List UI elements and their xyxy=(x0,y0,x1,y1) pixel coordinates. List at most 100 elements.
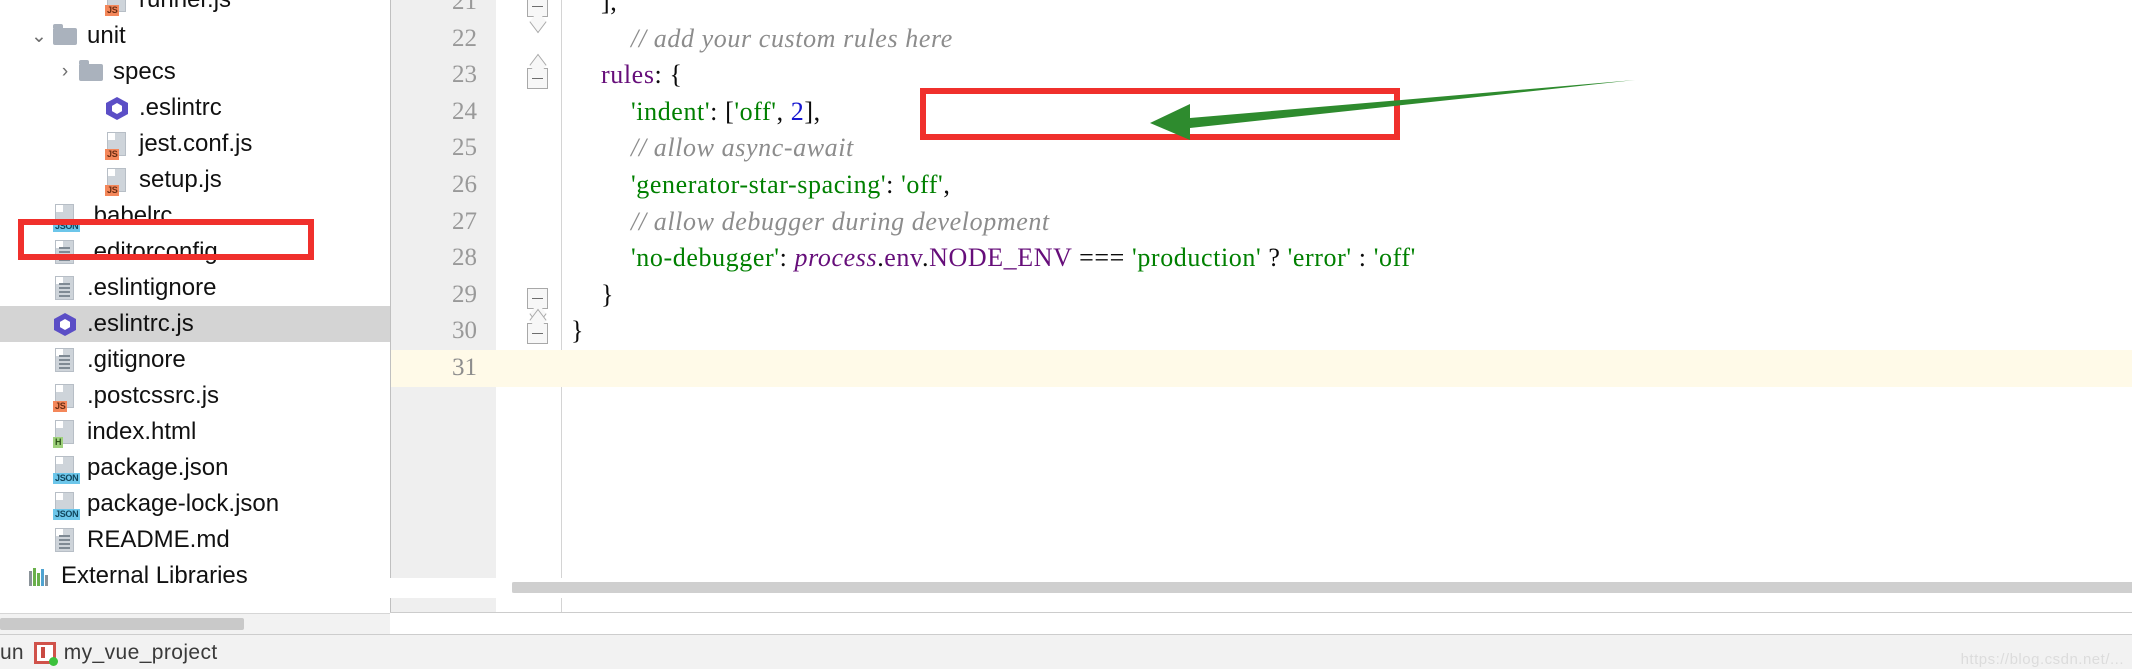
tree-item-eslintrc[interactable]: .eslintrc xyxy=(0,90,390,126)
run-tool-window-bar[interactable]: un my_vue_project https://blog.csdn.net/… xyxy=(0,634,2132,669)
code-line[interactable]: 21], xyxy=(391,0,2132,21)
tree-item-label: specs xyxy=(113,58,176,85)
tree-item-label: unit xyxy=(87,22,126,49)
line-number: 22 xyxy=(452,24,477,52)
code-token: , xyxy=(776,96,791,126)
tree-item-package-json[interactable]: JSON package.json xyxy=(0,450,390,486)
tree-item-label: .eslintrc xyxy=(139,94,222,121)
tree-item-label: .editorconfig xyxy=(87,238,218,265)
line-number: 25 xyxy=(452,134,477,162)
code-line[interactable]: 27 // allow debugger during development xyxy=(391,204,2132,241)
tree-item-external-libraries[interactable]: External Libraries xyxy=(0,558,390,594)
code-text: } xyxy=(601,277,614,314)
line-number: 24 xyxy=(452,97,477,125)
json-file-icon: JSON xyxy=(52,489,81,520)
tree-item-label: index.html xyxy=(87,418,197,445)
tree-item-gitignore[interactable]: .gitignore xyxy=(0,342,390,378)
code-token: : xyxy=(886,169,902,199)
code-lines[interactable]: 21], 22 // add your custom rules here 23 rul… xyxy=(391,0,2132,597)
code-token: 'production' xyxy=(1132,243,1262,273)
tree-item-label: .eslintignore xyxy=(87,274,217,301)
code-token: NODE_ENV xyxy=(929,243,1073,273)
code-text: // allow debugger during development xyxy=(631,204,1050,241)
code-token: 'off' xyxy=(901,169,944,199)
tree-item-readme-md[interactable]: README.md xyxy=(0,522,390,558)
eslint-icon xyxy=(104,93,130,123)
editor-horizontal-scrollbar[interactable] xyxy=(390,578,2132,598)
project-horizontal-scrollbar[interactable] xyxy=(0,613,390,634)
text-file-icon xyxy=(52,345,78,375)
line-number: 21 xyxy=(452,0,477,15)
code-line[interactable]: 25 // allow async-await xyxy=(391,130,2132,167)
tree-item-jest-conf-js[interactable]: JS jest.conf.js xyxy=(0,126,390,162)
code-line[interactable]: 24 'indent': ['off', 2], xyxy=(391,94,2132,131)
code-line[interactable]: 30} xyxy=(391,313,2132,350)
tree-item-runner-js[interactable]: JS runner.js xyxy=(0,0,390,18)
line-number: 29 xyxy=(452,280,477,308)
code-text: // add your custom rules here xyxy=(631,21,953,58)
tree-item-babelrc[interactable]: JSON .babelrc xyxy=(0,198,390,234)
code-token: // allow async-await xyxy=(631,133,854,163)
tree-item-eslintignore[interactable]: .eslintignore xyxy=(0,270,390,306)
code-text: // allow async-await xyxy=(631,130,854,167)
chevron-right-icon[interactable]: › xyxy=(52,61,78,83)
scrollbar-thumb[interactable] xyxy=(512,582,2132,593)
tree-item-label: .gitignore xyxy=(87,346,186,373)
tree-item-label: .babelrc xyxy=(87,202,173,229)
code-line[interactable]: 22 // add your custom rules here xyxy=(391,21,2132,58)
code-token: 'indent' xyxy=(631,96,711,126)
line-number: 26 xyxy=(452,170,477,198)
libraries-icon xyxy=(26,561,52,591)
run-tab[interactable]: un my_vue_project xyxy=(0,635,218,669)
code-text: rules: { xyxy=(601,57,683,94)
eslint-icon xyxy=(52,309,78,339)
code-token: : xyxy=(1351,243,1374,273)
scrollbar-thumb[interactable] xyxy=(0,618,244,630)
tree-item-package-lock-json[interactable]: JSON package-lock.json xyxy=(0,486,390,522)
tree-item-setup-js[interactable]: JS setup.js xyxy=(0,162,390,198)
tree-item-label: External Libraries xyxy=(61,562,248,589)
tree-item-specs[interactable]: › specs xyxy=(0,54,390,90)
chevron-down-icon[interactable]: ⌄ xyxy=(26,25,52,48)
run-project-label: my_vue_project xyxy=(63,640,218,664)
tree-item-label: runner.js xyxy=(139,0,231,12)
folder-icon xyxy=(52,21,78,51)
run-configuration-icon xyxy=(33,641,58,666)
code-line[interactable]: 26 'generator-star-spacing': 'off', xyxy=(391,167,2132,204)
code-text: } xyxy=(571,313,584,350)
tree-item-editorconfig[interactable]: .editorconfig xyxy=(0,234,390,270)
tree-item-label: README.md xyxy=(87,526,230,553)
code-editor-panel[interactable]: 21], 22 // add your custom rules here 23 rul… xyxy=(390,0,2132,613)
editor-bottom-divider xyxy=(390,612,2132,613)
project-tree-panel[interactable]: JS runner.js ⌄ unit › specs .eslintrc JS jest.co… xyxy=(0,0,390,613)
code-token: : { xyxy=(654,60,683,90)
watermark-text: https://blog.csdn.net/... xyxy=(1960,651,2124,668)
code-token: === xyxy=(1072,243,1133,273)
code-token: } xyxy=(571,316,585,346)
code-token: ? xyxy=(1261,243,1288,273)
code-token: 'off' xyxy=(1373,243,1416,273)
ide-window: JS runner.js ⌄ unit › specs .eslintrc JS jest.co… xyxy=(0,0,2132,669)
tree-item-label: .eslintrc.js xyxy=(87,310,194,337)
code-line[interactable]: 23 rules: { xyxy=(391,57,2132,94)
js-file-icon: JS xyxy=(52,381,78,412)
line-number: 31 xyxy=(452,353,477,381)
js-file-icon: JS xyxy=(104,0,130,16)
tree-item-eslintrc-js[interactable]: .eslintrc.js xyxy=(0,306,390,342)
json-file-icon: JSON xyxy=(52,453,81,484)
js-file-icon: JS xyxy=(104,165,130,196)
json-file-icon: JSON xyxy=(52,201,81,232)
code-token: , xyxy=(943,169,951,199)
code-token: 'generator-star-spacing' xyxy=(631,169,887,199)
code-token: // add your custom rules here xyxy=(631,23,953,53)
code-text: ], xyxy=(601,0,617,21)
code-line[interactable]: 28 'no-debugger': process.env.NODE_ENV ==… xyxy=(391,240,2132,277)
tree-item-unit[interactable]: ⌄ unit xyxy=(0,18,390,54)
code-token: : [ xyxy=(710,96,735,126)
tree-item-postcssrc-js[interactable]: JS .postcssrc.js xyxy=(0,378,390,414)
code-line[interactable]: 31 xyxy=(391,349,2132,387)
code-line[interactable]: 29} xyxy=(391,277,2132,314)
tree-item-label: package.json xyxy=(87,454,229,481)
text-file-icon xyxy=(52,273,78,303)
tree-item-index-html[interactable]: Hindex.html xyxy=(0,414,390,450)
